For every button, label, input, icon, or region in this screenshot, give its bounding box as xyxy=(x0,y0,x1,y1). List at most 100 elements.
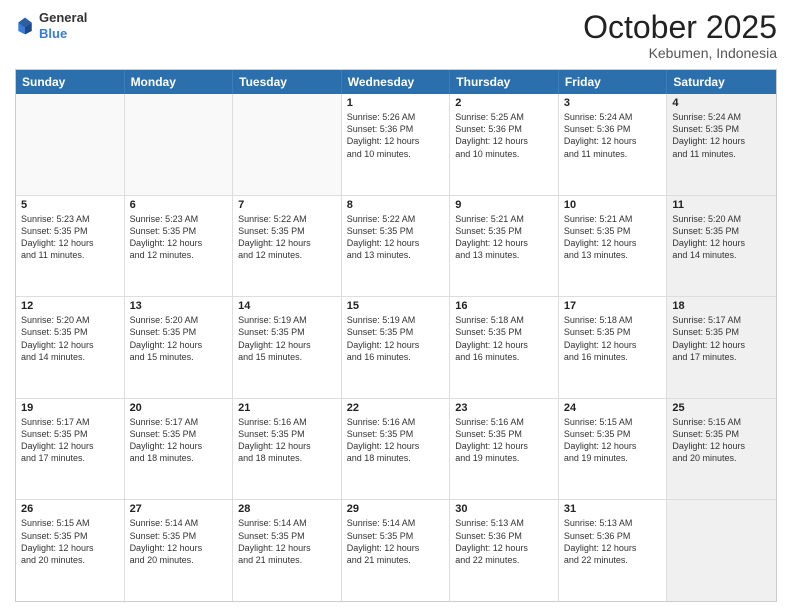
calendar-header: Sunday Monday Tuesday Wednesday Thursday… xyxy=(16,70,776,94)
day-number: 4 xyxy=(672,97,771,109)
table-row xyxy=(125,94,234,195)
day-number: 18 xyxy=(672,300,771,312)
table-row: 6 Sunrise: 5:23 AM Sunset: 5:35 PM Daylig… xyxy=(125,196,234,297)
page: General Blue October 2025 Kebumen, Indon… xyxy=(0,0,792,612)
table-row xyxy=(233,94,342,195)
day-number: 9 xyxy=(455,199,553,211)
table-row: 19 Sunrise: 5:17 AM Sunset: 5:35 PM Dayli… xyxy=(16,399,125,500)
table-row: 8 Sunrise: 5:22 AM Sunset: 5:35 PM Daylig… xyxy=(342,196,451,297)
daylight-hours: Sunrise: 5:17 AM Sunset: 5:35 PM Dayligh… xyxy=(130,416,228,465)
daylight-hours: Sunrise: 5:22 AM Sunset: 5:35 PM Dayligh… xyxy=(347,213,445,262)
table-row: 16 Sunrise: 5:18 AM Sunset: 5:35 PM Dayli… xyxy=(450,297,559,398)
table-row: 29Sunrise: 5:14 AM Sunset: 5:35 PM Dayli… xyxy=(342,500,451,601)
table-row: 25 Sunrise: 5:15 AM Sunset: 5:35 PM Dayli… xyxy=(667,399,776,500)
daylight-hours: Sunrise: 5:23 AM Sunset: 5:35 PM Dayligh… xyxy=(21,213,119,262)
table-row: 3Sunrise: 5:24 AM Sunset: 5:36 PM Daylig… xyxy=(559,94,668,195)
daylight-hours: Sunrise: 5:18 AM Sunset: 5:35 PM Dayligh… xyxy=(564,314,662,363)
daylight-hours: Sunrise: 5:26 AM Sunset: 5:36 PM Dayligh… xyxy=(347,111,445,160)
daylight-hours: Sunrise: 5:14 AM Sunset: 5:35 PM Dayligh… xyxy=(238,517,336,566)
day-number: 15 xyxy=(347,300,445,312)
table-row: 21 Sunrise: 5:16 AM Sunset: 5:35 PM Dayli… xyxy=(233,399,342,500)
table-row: 15 Sunrise: 5:19 AM Sunset: 5:35 PM Dayli… xyxy=(342,297,451,398)
table-row: 4 Sunrise: 5:24 AM Sunset: 5:35 PM Daylig… xyxy=(667,94,776,195)
day-number: 6 xyxy=(130,199,228,211)
header-monday: Monday xyxy=(125,70,234,94)
day-number: 2 xyxy=(455,97,553,109)
daylight-hours: Sunrise: 5:17 AM Sunset: 5:35 PM Dayligh… xyxy=(672,314,771,363)
calendar-body: 1Sunrise: 5:26 AM Sunset: 5:36 PM Daylig… xyxy=(16,94,776,601)
table-row: 14 Sunrise: 5:19 AM Sunset: 5:35 PM Dayli… xyxy=(233,297,342,398)
table-row: 10Sunrise: 5:21 AM Sunset: 5:35 PM Dayli… xyxy=(559,196,668,297)
daylight-hours: Sunrise: 5:24 AM Sunset: 5:35 PM Dayligh… xyxy=(672,111,771,160)
table-row: 18 Sunrise: 5:17 AM Sunset: 5:35 PM Dayli… xyxy=(667,297,776,398)
calendar-row: 12 Sunrise: 5:20 AM Sunset: 5:35 PM Dayli… xyxy=(16,297,776,399)
day-number: 8 xyxy=(347,199,445,211)
day-number: 28 xyxy=(238,503,336,515)
table-row: 26Sunrise: 5:15 AM Sunset: 5:35 PM Dayli… xyxy=(16,500,125,601)
header: General Blue October 2025 Kebumen, Indon… xyxy=(15,10,777,61)
daylight-hours: Sunrise: 5:17 AM Sunset: 5:35 PM Dayligh… xyxy=(21,416,119,465)
daylight-hours: Sunrise: 5:16 AM Sunset: 5:35 PM Dayligh… xyxy=(238,416,336,465)
table-row: 27Sunrise: 5:14 AM Sunset: 5:35 PM Dayli… xyxy=(125,500,234,601)
daylight-hours: Sunrise: 5:19 AM Sunset: 5:35 PM Dayligh… xyxy=(238,314,336,363)
day-number: 31 xyxy=(564,503,662,515)
logo-general: General xyxy=(39,10,87,26)
day-number: 25 xyxy=(672,402,771,414)
header-sunday: Sunday xyxy=(16,70,125,94)
daylight-hours: Sunrise: 5:22 AM Sunset: 5:35 PM Dayligh… xyxy=(238,213,336,262)
location: Kebumen, Indonesia xyxy=(583,45,777,61)
daylight-hours: Sunrise: 5:15 AM Sunset: 5:35 PM Dayligh… xyxy=(21,517,119,566)
day-number: 30 xyxy=(455,503,553,515)
day-number: 17 xyxy=(564,300,662,312)
day-number: 21 xyxy=(238,402,336,414)
table-row: 1Sunrise: 5:26 AM Sunset: 5:36 PM Daylig… xyxy=(342,94,451,195)
logo: General Blue xyxy=(15,10,87,41)
day-number: 11 xyxy=(672,199,771,211)
table-row xyxy=(667,500,776,601)
header-saturday: Saturday xyxy=(667,70,776,94)
daylight-hours: Sunrise: 5:25 AM Sunset: 5:36 PM Dayligh… xyxy=(455,111,553,160)
table-row: 13Sunrise: 5:20 AM Sunset: 5:35 PM Dayli… xyxy=(125,297,234,398)
calendar-row: 1Sunrise: 5:26 AM Sunset: 5:36 PM Daylig… xyxy=(16,94,776,196)
day-number: 14 xyxy=(238,300,336,312)
header-tuesday: Tuesday xyxy=(233,70,342,94)
daylight-hours: Sunrise: 5:15 AM Sunset: 5:35 PM Dayligh… xyxy=(672,416,771,465)
table-row: 24 Sunrise: 5:15 AM Sunset: 5:35 PM Dayli… xyxy=(559,399,668,500)
daylight-hours: Sunrise: 5:18 AM Sunset: 5:35 PM Dayligh… xyxy=(455,314,553,363)
day-number: 7 xyxy=(238,199,336,211)
table-row: 20 Sunrise: 5:17 AM Sunset: 5:35 PM Dayli… xyxy=(125,399,234,500)
day-number: 24 xyxy=(564,402,662,414)
logo-icon xyxy=(15,16,35,36)
table-row: 22Sunrise: 5:16 AM Sunset: 5:35 PM Dayli… xyxy=(342,399,451,500)
day-number: 20 xyxy=(130,402,228,414)
daylight-hours: Sunrise: 5:13 AM Sunset: 5:36 PM Dayligh… xyxy=(564,517,662,566)
day-number: 22 xyxy=(347,402,445,414)
header-wednesday: Wednesday xyxy=(342,70,451,94)
calendar: Sunday Monday Tuesday Wednesday Thursday… xyxy=(15,69,777,602)
daylight-hours: Sunrise: 5:15 AM Sunset: 5:35 PM Dayligh… xyxy=(564,416,662,465)
day-number: 12 xyxy=(21,300,119,312)
daylight-hours: Sunrise: 5:21 AM Sunset: 5:35 PM Dayligh… xyxy=(564,213,662,262)
daylight-hours: Sunrise: 5:19 AM Sunset: 5:35 PM Dayligh… xyxy=(347,314,445,363)
day-number: 3 xyxy=(564,97,662,109)
table-row: 17 Sunrise: 5:18 AM Sunset: 5:35 PM Dayli… xyxy=(559,297,668,398)
daylight-hours: Sunrise: 5:20 AM Sunset: 5:35 PM Dayligh… xyxy=(21,314,119,363)
daylight-hours: Sunrise: 5:14 AM Sunset: 5:35 PM Dayligh… xyxy=(347,517,445,566)
table-row: 12 Sunrise: 5:20 AM Sunset: 5:35 PM Dayli… xyxy=(16,297,125,398)
day-number: 23 xyxy=(455,402,553,414)
table-row xyxy=(16,94,125,195)
day-number: 16 xyxy=(455,300,553,312)
header-friday: Friday xyxy=(559,70,668,94)
daylight-hours: Sunrise: 5:23 AM Sunset: 5:35 PM Dayligh… xyxy=(130,213,228,262)
table-row: 5Sunrise: 5:23 AM Sunset: 5:35 PM Daylig… xyxy=(16,196,125,297)
table-row: 31 Sunrise: 5:13 AM Sunset: 5:36 PM Dayli… xyxy=(559,500,668,601)
day-number: 19 xyxy=(21,402,119,414)
daylight-hours: Sunrise: 5:20 AM Sunset: 5:35 PM Dayligh… xyxy=(130,314,228,363)
header-thursday: Thursday xyxy=(450,70,559,94)
daylight-hours: Sunrise: 5:13 AM Sunset: 5:36 PM Dayligh… xyxy=(455,517,553,566)
day-number: 27 xyxy=(130,503,228,515)
daylight-hours: Sunrise: 5:21 AM Sunset: 5:35 PM Dayligh… xyxy=(455,213,553,262)
month-title: October 2025 xyxy=(583,10,777,45)
table-row: 11Sunrise: 5:20 AM Sunset: 5:35 PM Dayli… xyxy=(667,196,776,297)
calendar-row: 26Sunrise: 5:15 AM Sunset: 5:35 PM Dayli… xyxy=(16,500,776,601)
